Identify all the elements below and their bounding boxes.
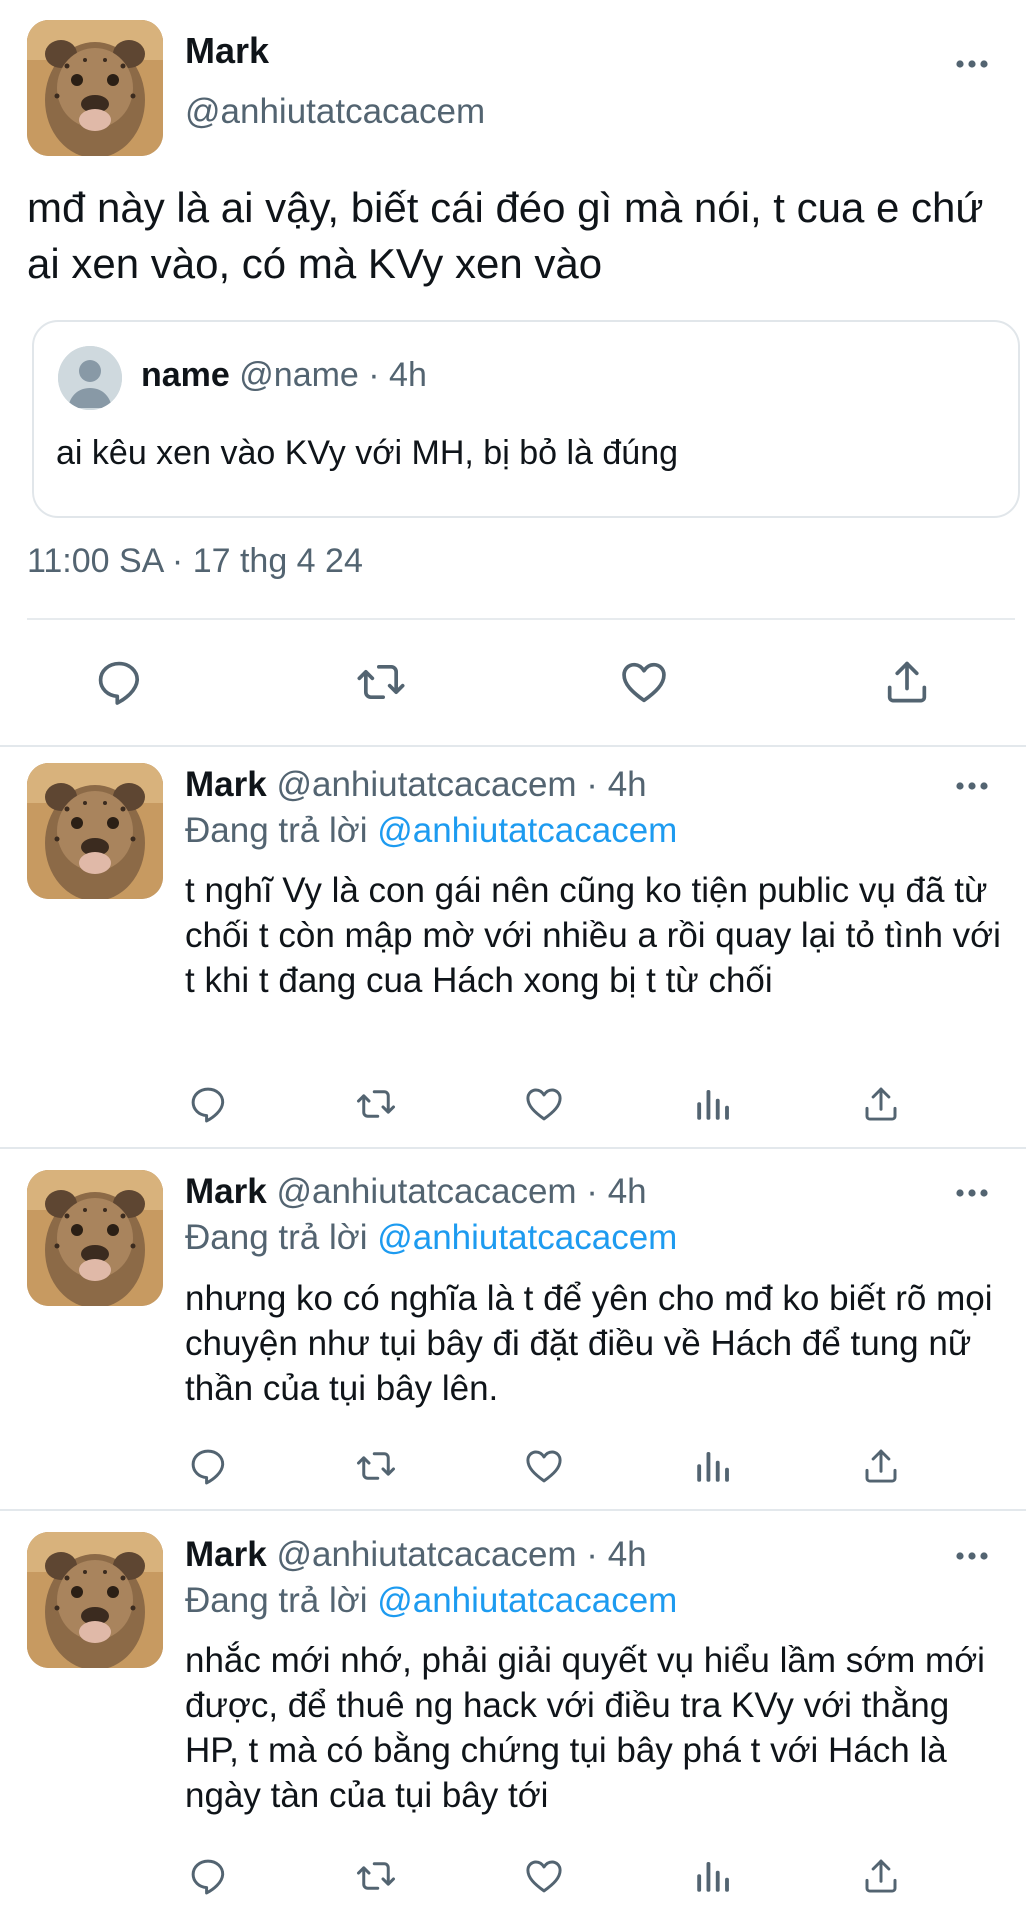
avatar-image — [27, 763, 163, 899]
avatar[interactable] — [27, 1532, 163, 1668]
author-name[interactable]: Mark — [185, 765, 267, 804]
share-button[interactable] — [855, 1078, 907, 1130]
mention-link[interactable]: @anhiutatcacacem — [377, 1218, 677, 1257]
replying-to: Đang trả lời @anhiutatcacacem — [185, 1218, 677, 1258]
author-meta: @anhiutatcacacem · 4h — [276, 1172, 647, 1211]
section-divider — [0, 745, 1026, 747]
more-icon — [955, 1551, 989, 1561]
retweet-icon — [355, 1445, 397, 1487]
share-icon — [860, 1855, 902, 1897]
avatar[interactable] — [27, 763, 163, 899]
retweet-icon — [355, 656, 407, 708]
analytics-icon — [692, 1445, 734, 1487]
replying-prefix: Đang trả lời — [185, 1218, 378, 1257]
quoted-text: ai kêu xen vào KVy với MH, bị bỏ là đúng — [56, 434, 679, 472]
share-button[interactable] — [855, 1440, 907, 1492]
replying-prefix: Đang trả lời — [185, 811, 378, 850]
analytics-icon — [692, 1855, 734, 1897]
retweet-button[interactable] — [350, 1850, 402, 1902]
section-divider — [0, 1147, 1026, 1149]
retweet-button[interactable] — [350, 1078, 402, 1130]
share-icon — [860, 1083, 902, 1125]
like-icon — [618, 656, 670, 708]
author-name[interactable]: Mark — [185, 1535, 267, 1574]
avatar[interactable] — [27, 20, 163, 156]
like-icon — [523, 1083, 565, 1125]
author-meta: @anhiutatcacacem · 4h — [276, 765, 647, 804]
divider — [27, 618, 1015, 620]
retweet-button[interactable] — [350, 1440, 402, 1492]
author-handle[interactable]: @anhiutatcacacem — [185, 92, 485, 132]
more-options-button[interactable] — [952, 774, 992, 798]
share-button[interactable] — [855, 1850, 907, 1902]
analytics-button[interactable] — [687, 1078, 739, 1130]
mention-link[interactable]: @anhiutatcacacem — [377, 811, 677, 850]
like-button[interactable] — [612, 650, 676, 714]
retweet-button[interactable] — [349, 650, 413, 714]
more-icon — [955, 59, 989, 69]
analytics-button[interactable] — [687, 1440, 739, 1492]
quoted-header: name @name · 4h — [141, 356, 427, 395]
more-options-button[interactable] — [952, 52, 992, 76]
default-user-icon — [58, 346, 122, 410]
like-icon — [523, 1445, 565, 1487]
tweet-text: mđ này là ai vậy, biết cái đéo gì mà nói… — [27, 184, 984, 287]
reply-icon — [187, 1445, 229, 1487]
reply-text: t nghĩ Vy là con gái nên cũng ko tiện pu… — [185, 871, 1001, 1000]
reply-header: Mark @anhiutatcacacem · 4h — [185, 1172, 647, 1212]
avatar-image — [27, 1532, 163, 1668]
reply-header: Mark @anhiutatcacacem · 4h — [185, 1535, 647, 1575]
share-icon — [860, 1445, 902, 1487]
more-icon — [955, 1188, 989, 1198]
quoted-tweet[interactable]: name @name · 4h ai kêu xen vào KVy với M… — [32, 320, 1020, 518]
author-name[interactable]: Mark — [185, 1172, 267, 1211]
like-icon — [523, 1855, 565, 1897]
reply-button[interactable] — [182, 1850, 234, 1902]
reply-button[interactable] — [182, 1440, 234, 1492]
section-divider — [0, 1509, 1026, 1511]
analytics-icon — [692, 1083, 734, 1125]
like-button[interactable] — [518, 1078, 570, 1130]
reply-header: Mark @anhiutatcacacem · 4h — [185, 765, 647, 805]
avatar[interactable] — [27, 1170, 163, 1306]
more-options-button[interactable] — [952, 1181, 992, 1205]
like-button[interactable] — [518, 1440, 570, 1492]
author-name[interactable]: Mark — [185, 30, 269, 72]
replying-prefix: Đang trả lời — [185, 1581, 378, 1620]
more-options-button[interactable] — [952, 1544, 992, 1568]
like-button[interactable] — [518, 1850, 570, 1902]
tweet-timestamp[interactable]: 11:00 SA · 17 thg 4 24 — [27, 542, 363, 581]
reply-icon — [187, 1083, 229, 1125]
analytics-button[interactable] — [687, 1850, 739, 1902]
reply-text: nhắc mới nhớ, phải giải quyết vụ hiểu lầ… — [185, 1641, 985, 1815]
retweet-icon — [355, 1855, 397, 1897]
reply-button[interactable] — [87, 650, 151, 714]
avatar-image — [27, 1170, 163, 1306]
retweet-icon — [355, 1083, 397, 1125]
reply-icon — [187, 1855, 229, 1897]
quoted-author-name: name — [141, 356, 230, 394]
reply-text: nhưng ko có nghĩa là t để yên cho mđ ko … — [185, 1279, 993, 1408]
reply-button[interactable] — [182, 1078, 234, 1130]
replying-to: Đang trả lời @anhiutatcacacem — [185, 1581, 677, 1621]
share-button[interactable] — [875, 650, 939, 714]
mention-link[interactable]: @anhiutatcacacem — [377, 1581, 677, 1620]
quoted-avatar — [58, 346, 122, 410]
replying-to: Đang trả lời @anhiutatcacacem — [185, 811, 677, 851]
share-icon — [881, 656, 933, 708]
more-icon — [955, 781, 989, 791]
author-meta: @anhiutatcacacem · 4h — [276, 1535, 647, 1574]
reply-icon — [93, 656, 145, 708]
quoted-meta: @name · 4h — [239, 356, 427, 394]
avatar-image — [27, 20, 163, 156]
